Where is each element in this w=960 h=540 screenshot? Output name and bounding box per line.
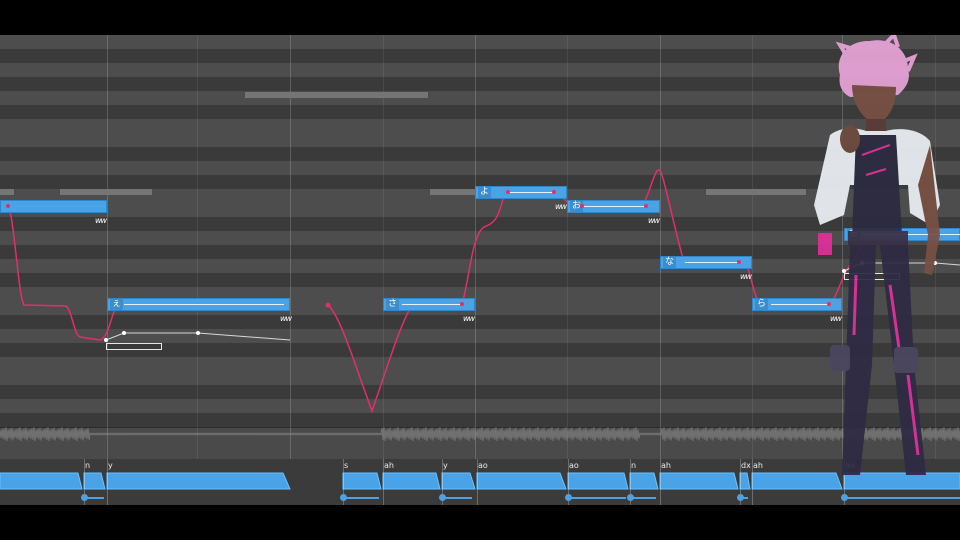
- phoneme-label: n: [631, 461, 637, 470]
- note[interactable]: さ: [383, 298, 475, 311]
- note-lyric: ぇ: [110, 299, 124, 310]
- note-lyric: さ: [386, 299, 400, 310]
- character-illustration: [814, 35, 940, 475]
- note[interactable]: ぇ: [107, 298, 290, 311]
- phoneme-handle[interactable]: [81, 494, 88, 501]
- vibrato-icon: ww: [95, 216, 107, 225]
- note[interactable]: よ: [475, 186, 567, 199]
- phoneme-label: s: [344, 461, 349, 470]
- phoneme-label: n: [85, 461, 91, 470]
- note[interactable]: な: [660, 256, 752, 269]
- piano-roll-editor[interactable]: ww ぇ ww さ ww よ ww お ww な ww ら ww お: [0, 35, 960, 505]
- vibrato-icon: ww: [463, 314, 475, 323]
- phoneme-handle[interactable]: [737, 494, 744, 501]
- vibrato-icon: ww: [648, 216, 660, 225]
- phoneme-handle[interactable]: [340, 494, 347, 501]
- phoneme-label: ao: [569, 461, 579, 470]
- vibrato-icon: ww: [740, 272, 752, 281]
- phoneme-handle[interactable]: [565, 494, 572, 501]
- phoneme-label: ah: [384, 461, 394, 470]
- parameter-box: [106, 343, 162, 350]
- vibrato-icon: ww: [280, 314, 292, 323]
- phoneme-label: ah: [661, 461, 671, 470]
- phoneme-handle[interactable]: [627, 494, 634, 501]
- note-lyric: ら: [755, 299, 769, 310]
- note[interactable]: お: [567, 200, 660, 213]
- note-lyric: な: [663, 257, 677, 268]
- phoneme-label: ao: [478, 461, 488, 470]
- phoneme-label: y: [443, 461, 448, 470]
- phoneme-label: ah: [753, 461, 763, 470]
- phoneme-label: dx: [741, 461, 751, 470]
- phoneme-label: y: [108, 461, 113, 470]
- note[interactable]: [0, 200, 107, 213]
- phoneme-handle[interactable]: [439, 494, 446, 501]
- note-lyric: よ: [478, 187, 492, 198]
- vibrato-icon: ww: [555, 202, 567, 211]
- pitch-curve: [0, 206, 291, 341]
